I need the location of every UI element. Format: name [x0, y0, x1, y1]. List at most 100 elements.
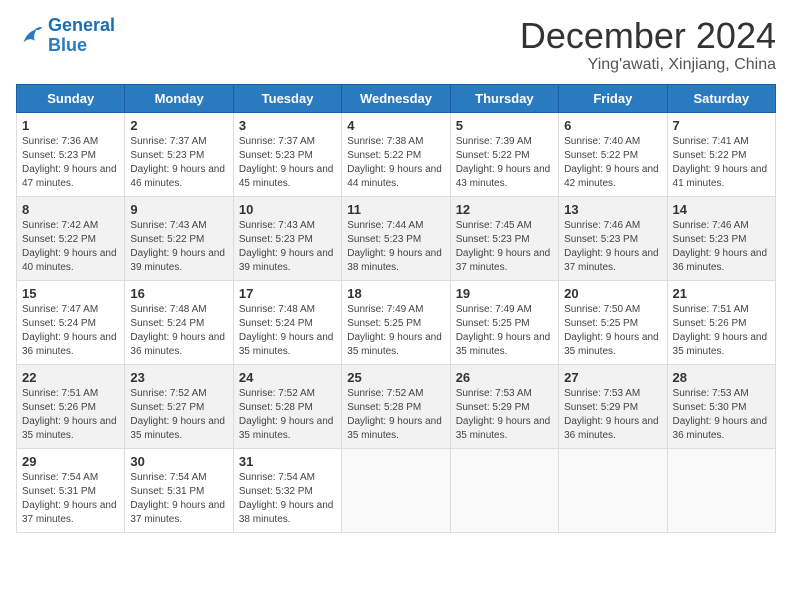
day-number: 7 [673, 118, 770, 133]
calendar-cell: 1Sunrise: 7:36 AMSunset: 5:23 PMDaylight… [17, 112, 125, 196]
calendar-cell: 30 Sunrise: 7:54 AMSunset: 5:31 PMDayligh… [125, 448, 233, 532]
month-title: December 2024 [520, 16, 776, 56]
day-detail: Sunrise: 7:39 AMSunset: 5:22 PMDaylight:… [456, 135, 553, 191]
day-detail: Sunrise: 7:52 AMSunset: 5:28 PMDaylight:… [347, 387, 444, 443]
day-detail: Sunrise: 7:46 AMSunset: 5:23 PMDaylight:… [673, 219, 770, 275]
logo-text: General Blue [48, 16, 115, 56]
day-number: 17 [239, 286, 336, 301]
day-detail: Sunrise: 7:52 AMSunset: 5:27 PMDaylight:… [130, 387, 227, 443]
location-subtitle: Ying'awati, Xinjiang, China [520, 56, 776, 74]
day-number: 11 [347, 202, 444, 217]
day-number: 6 [564, 118, 661, 133]
day-number: 1 [22, 118, 119, 133]
day-number: 29 [22, 454, 119, 469]
day-number: 18 [347, 286, 444, 301]
day-number: 22 [22, 370, 119, 385]
calendar-cell [667, 448, 775, 532]
day-number: 13 [564, 202, 661, 217]
day-number: 12 [456, 202, 553, 217]
calendar-cell: 29Sunrise: 7:54 AMSunset: 5:31 PMDayligh… [17, 448, 125, 532]
calendar-cell: 28Sunrise: 7:53 AMSunset: 5:30 PMDayligh… [667, 364, 775, 448]
day-detail: Sunrise: 7:37 AMSunset: 5:23 PMDaylight:… [130, 135, 227, 191]
day-number: 25 [347, 370, 444, 385]
day-number: 3 [239, 118, 336, 133]
calendar-table: SundayMondayTuesdayWednesdayThursdayFrid… [16, 84, 776, 533]
col-header-monday: Monday [125, 84, 233, 112]
calendar-week-3: 15 Sunrise: 7:47 AMSunset: 5:24 PMDayligh… [17, 280, 776, 364]
calendar-cell: 23 Sunrise: 7:52 AMSunset: 5:27 PMDayligh… [125, 364, 233, 448]
day-number: 5 [456, 118, 553, 133]
day-number: 27 [564, 370, 661, 385]
day-number: 9 [130, 202, 227, 217]
page-header: General Blue December 2024 Ying'awati, X… [16, 16, 776, 74]
day-detail: Sunrise: 7:51 AMSunset: 5:26 PMDaylight:… [673, 303, 770, 359]
day-number: 10 [239, 202, 336, 217]
day-number: 24 [239, 370, 336, 385]
day-number: 30 [130, 454, 227, 469]
day-number: 16 [130, 286, 227, 301]
day-detail: Sunrise: 7:49 AMSunset: 5:25 PMDaylight:… [347, 303, 444, 359]
day-detail: Sunrise: 7:43 AMSunset: 5:23 PMDaylight:… [239, 219, 336, 275]
day-number: 19 [456, 286, 553, 301]
day-number: 20 [564, 286, 661, 301]
calendar-cell: 17 Sunrise: 7:48 AMSunset: 5:24 PMDayligh… [233, 280, 341, 364]
day-detail: Sunrise: 7:51 AMSunset: 5:26 PMDaylight:… [22, 387, 119, 443]
day-number: 28 [673, 370, 770, 385]
day-detail: Sunrise: 7:53 AMSunset: 5:29 PMDaylight:… [456, 387, 553, 443]
calendar-cell: 27 Sunrise: 7:53 AMSunset: 5:29 PMDayligh… [559, 364, 667, 448]
calendar-cell: 21 Sunrise: 7:51 AMSunset: 5:26 PMDayligh… [667, 280, 775, 364]
day-number: 2 [130, 118, 227, 133]
day-number: 21 [673, 286, 770, 301]
calendar-cell: 25 Sunrise: 7:52 AMSunset: 5:28 PMDayligh… [342, 364, 450, 448]
day-detail: Sunrise: 7:52 AMSunset: 5:28 PMDaylight:… [239, 387, 336, 443]
day-detail: Sunrise: 7:44 AMSunset: 5:23 PMDaylight:… [347, 219, 444, 275]
day-detail: Sunrise: 7:37 AMSunset: 5:23 PMDaylight:… [239, 135, 336, 191]
day-number: 15 [22, 286, 119, 301]
calendar-header: SundayMondayTuesdayWednesdayThursdayFrid… [17, 84, 776, 112]
day-detail: Sunrise: 7:40 AMSunset: 5:22 PMDaylight:… [564, 135, 661, 191]
day-detail: Sunrise: 7:48 AMSunset: 5:24 PMDaylight:… [130, 303, 227, 359]
calendar-cell: 24 Sunrise: 7:52 AMSunset: 5:28 PMDayligh… [233, 364, 341, 448]
calendar-cell: 2 Sunrise: 7:37 AMSunset: 5:23 PMDaylight… [125, 112, 233, 196]
day-number: 26 [456, 370, 553, 385]
calendar-week-4: 22 Sunrise: 7:51 AMSunset: 5:26 PMDayligh… [17, 364, 776, 448]
calendar-cell: 20 Sunrise: 7:50 AMSunset: 5:25 PMDayligh… [559, 280, 667, 364]
calendar-cell: 26 Sunrise: 7:53 AMSunset: 5:29 PMDayligh… [450, 364, 558, 448]
calendar-cell: 10 Sunrise: 7:43 AMSunset: 5:23 PMDayligh… [233, 196, 341, 280]
col-header-saturday: Saturday [667, 84, 775, 112]
calendar-cell [450, 448, 558, 532]
day-detail: Sunrise: 7:49 AMSunset: 5:25 PMDaylight:… [456, 303, 553, 359]
calendar-cell: 13Sunrise: 7:46 AMSunset: 5:23 PMDayligh… [559, 196, 667, 280]
col-header-sunday: Sunday [17, 84, 125, 112]
calendar-cell: 16 Sunrise: 7:48 AMSunset: 5:24 PMDayligh… [125, 280, 233, 364]
day-number: 31 [239, 454, 336, 469]
title-block: December 2024 Ying'awati, Xinjiang, Chin… [520, 16, 776, 74]
logo-icon [16, 22, 44, 50]
day-number: 4 [347, 118, 444, 133]
day-detail: Sunrise: 7:47 AMSunset: 5:24 PMDaylight:… [22, 303, 119, 359]
calendar-cell: 8Sunrise: 7:42 AMSunset: 5:22 PMDaylight… [17, 196, 125, 280]
calendar-cell: 14Sunrise: 7:46 AMSunset: 5:23 PMDayligh… [667, 196, 775, 280]
calendar-cell: 3 Sunrise: 7:37 AMSunset: 5:23 PMDaylight… [233, 112, 341, 196]
calendar-week-5: 29 Sunrise: 7:54 AMSunset: 5:31 PMDayligh… [17, 448, 776, 532]
calendar-week-2: 8Sunrise: 7:42 AMSunset: 5:22 PMDaylight… [17, 196, 776, 280]
day-detail: Sunrise: 7:50 AMSunset: 5:25 PMDaylight:… [564, 303, 661, 359]
calendar-cell: 19 Sunrise: 7:49 AMSunset: 5:25 PMDayligh… [450, 280, 558, 364]
day-detail: Sunrise: 7:45 AMSunset: 5:23 PMDaylight:… [456, 219, 553, 275]
calendar-cell [559, 448, 667, 532]
calendar-cell: 18 Sunrise: 7:49 AMSunset: 5:25 PMDayligh… [342, 280, 450, 364]
day-number: 23 [130, 370, 227, 385]
col-header-friday: Friday [559, 84, 667, 112]
day-detail: Sunrise: 7:54 AMSunset: 5:31 PMDaylight:… [130, 471, 227, 527]
day-detail: Sunrise: 7:43 AMSunset: 5:22 PMDaylight:… [130, 219, 227, 275]
logo: General Blue [16, 16, 115, 56]
calendar-cell: 9 Sunrise: 7:43 AMSunset: 5:22 PMDaylight… [125, 196, 233, 280]
day-detail: Sunrise: 7:48 AMSunset: 5:24 PMDaylight:… [239, 303, 336, 359]
day-number: 8 [22, 202, 119, 217]
calendar-cell: 12 Sunrise: 7:45 AMSunset: 5:23 PMDayligh… [450, 196, 558, 280]
calendar-week-1: 1Sunrise: 7:36 AMSunset: 5:23 PMDaylight… [17, 112, 776, 196]
calendar-cell [342, 448, 450, 532]
day-detail: Sunrise: 7:53 AMSunset: 5:29 PMDaylight:… [564, 387, 661, 443]
col-header-tuesday: Tuesday [233, 84, 341, 112]
day-detail: Sunrise: 7:54 AMSunset: 5:32 PMDaylight:… [239, 471, 336, 527]
